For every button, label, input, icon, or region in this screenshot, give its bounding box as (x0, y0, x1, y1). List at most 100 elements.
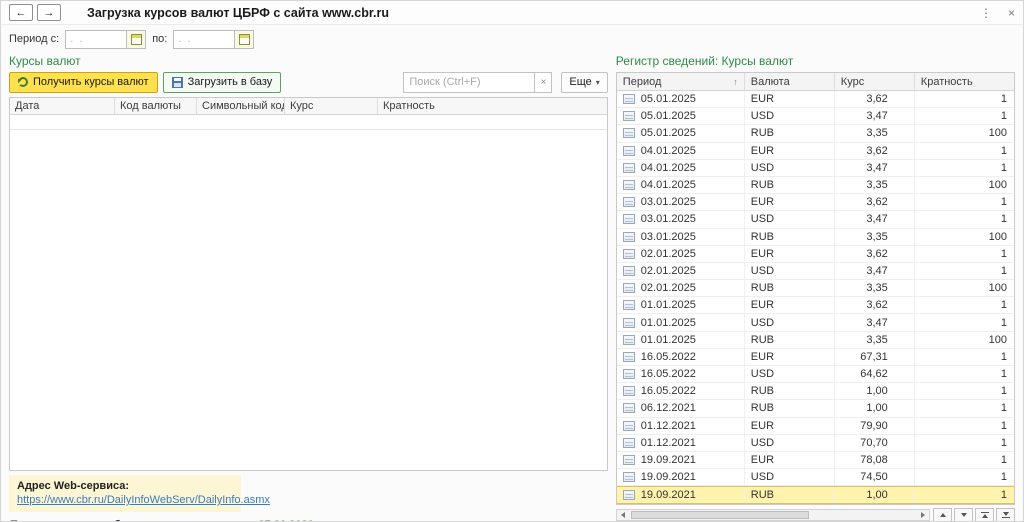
column-header-period[interactable]: Период ↑ (617, 73, 745, 90)
scroll-right-icon[interactable] (917, 510, 929, 520)
more-menu-icon[interactable]: ⋮ (980, 7, 992, 19)
cell-period: 04.01.2025 (640, 161, 696, 174)
table-row[interactable]: 19.09.2021 EUR 78,08 1 (616, 451, 1014, 470)
table-row[interactable]: 16.05.2022 USD 64,62 1 (616, 366, 1014, 384)
column-header-rate[interactable]: Курс (835, 73, 915, 90)
table-row[interactable]: 01.12.2021 USD 70,70 1 (616, 434, 1014, 452)
table-row[interactable]: 05.01.2025 USD 3,47 1 (616, 108, 1014, 126)
cell-currency: EUR (745, 348, 835, 365)
record-icon (622, 369, 635, 380)
table-row[interactable]: 02.01.2025 RUB 3,35 100 (616, 280, 1014, 298)
period-to-calendar-button[interactable] (235, 29, 255, 49)
cell-currency: RUB (745, 228, 835, 245)
record-icon (622, 300, 635, 311)
forward-button[interactable]: → (37, 4, 61, 21)
get-rates-button[interactable]: Получить курсы валют (9, 71, 158, 93)
search-input[interactable] (403, 71, 536, 93)
column-header-currency-code[interactable]: Код валюты (115, 98, 197, 114)
table-row[interactable]: 16.05.2022 EUR 67,31 1 (616, 348, 1014, 366)
record-icon (622, 128, 635, 139)
cell-period: 03.01.2025 (640, 196, 696, 209)
cell-period: 01.12.2021 (640, 419, 696, 432)
empty-row (10, 115, 607, 130)
cell-multiplier: 100 (988, 179, 1007, 192)
table-row[interactable]: 03.01.2025 RUB 3,35 100 (616, 228, 1014, 246)
horizontal-scrollbar[interactable] (615, 509, 930, 521)
cell-multiplier: 1 (1000, 385, 1007, 398)
register-panel-title: Регистр сведений: Курсы валют (615, 54, 794, 68)
scroll-left-icon[interactable] (617, 510, 629, 520)
cell-rate: 3,62 (835, 142, 915, 159)
cell-multiplier: 1 (1000, 110, 1007, 123)
table-row[interactable]: 05.01.2025 EUR 3,62 1 (616, 91, 1014, 109)
arrow-down-icon (960, 513, 967, 517)
table-row[interactable]: 06.12.2021 RUB 1,00 1 (616, 400, 1014, 418)
search-field: × (403, 71, 553, 93)
close-icon[interactable]: × (1008, 7, 1015, 19)
arrow-up-icon (939, 513, 946, 517)
cell-multiplier: 1 (1000, 402, 1007, 415)
column-header-currency[interactable]: Валюта (745, 73, 835, 90)
cell-rate: 1,00 (835, 487, 915, 503)
column-header-multiplier[interactable]: Кратность (378, 98, 607, 114)
rates-toolbar: Получить курсы валют Загрузить в базу × … (9, 71, 608, 93)
table-row[interactable]: 19.09.2021 RUB 1,00 1 (616, 486, 1014, 504)
table-row[interactable]: 03.01.2025 EUR 3,62 1 (616, 194, 1014, 212)
table-row[interactable]: 02.01.2025 EUR 3,62 1 (616, 245, 1014, 263)
table-row[interactable]: 05.01.2025 RUB 3,35 100 (616, 125, 1014, 143)
cell-currency: USD (745, 314, 835, 331)
cell-period: 19.09.2021 (640, 488, 696, 501)
table-row[interactable]: 03.01.2025 USD 3,47 1 (616, 211, 1014, 229)
move-to-top-button[interactable] (975, 507, 994, 521)
load-to-base-button[interactable]: Загрузить в базу (162, 71, 282, 93)
scrollbar-track[interactable] (629, 510, 917, 520)
record-icon (622, 472, 635, 483)
cell-rate: 3,62 (835, 245, 915, 262)
column-header-date[interactable]: Дата (10, 98, 115, 114)
table-row[interactable]: 02.01.2025 USD 3,47 1 (616, 262, 1014, 281)
column-header-rate[interactable]: Курс (285, 98, 378, 114)
cell-multiplier: 1 (1000, 316, 1007, 329)
move-to-bottom-button[interactable] (996, 507, 1015, 521)
column-header-multiplier[interactable]: Кратность (915, 73, 1014, 90)
period-to-input[interactable] (173, 29, 236, 49)
move-up-button[interactable] (933, 507, 952, 521)
search-clear-icon[interactable]: × (535, 71, 553, 93)
table-row[interactable]: 01.01.2025 RUB 3,35 100 (616, 331, 1014, 349)
cell-multiplier: 1 (1000, 196, 1007, 209)
more-button[interactable]: Еще ▾ (561, 71, 608, 93)
cell-period: 04.01.2025 (640, 144, 696, 157)
rates-table: Дата Код валюты Символьный код Курс Крат… (9, 97, 608, 471)
cell-multiplier: 100 (988, 230, 1007, 243)
table-row[interactable]: 04.01.2025 USD 3,47 1 (616, 159, 1014, 177)
record-icon (622, 111, 635, 122)
cell-rate: 70,70 (835, 434, 915, 451)
webservice-link[interactable]: https://www.cbr.ru/DailyInfoWebServ/Dail… (17, 494, 270, 506)
cell-rate: 3,35 (835, 125, 915, 142)
cell-currency: USD (745, 434, 835, 451)
more-button-label: Еще (569, 76, 592, 88)
record-icon (622, 180, 635, 191)
cell-period: 05.01.2025 (640, 93, 696, 106)
period-from-input[interactable] (65, 29, 128, 49)
cell-period: 01.01.2025 (640, 299, 696, 312)
table-row[interactable]: 01.12.2021 EUR 79,90 1 (616, 417, 1014, 435)
titlebar: ← → Загрузка курсов валют ЦБРФ с сайта w… (1, 1, 1023, 25)
table-row[interactable]: 19.09.2021 USD 74,50 1 (616, 469, 1014, 487)
table-row[interactable]: 04.01.2025 EUR 3,62 1 (616, 142, 1014, 160)
table-row[interactable]: 04.01.2025 RUB 3,35 100 (616, 176, 1014, 195)
cell-period: 01.12.2021 (640, 436, 696, 449)
column-header-symbol-code[interactable]: Символьный код (197, 98, 285, 114)
scrollbar-thumb[interactable] (630, 511, 810, 519)
table-row[interactable]: 16.05.2022 RUB 1,00 1 (616, 383, 1014, 401)
record-icon (622, 214, 635, 225)
refresh-icon (18, 77, 28, 87)
record-icon (622, 403, 635, 414)
cell-period: 19.09.2021 (640, 454, 696, 467)
back-button[interactable]: ← (9, 4, 33, 21)
table-row[interactable]: 01.01.2025 EUR 3,62 1 (616, 297, 1014, 315)
table-row[interactable]: 01.01.2025 USD 3,47 1 (616, 314, 1014, 332)
move-down-button[interactable] (954, 507, 973, 521)
period-from-calendar-button[interactable] (127, 29, 147, 49)
rates-table-body[interactable] (10, 115, 607, 470)
